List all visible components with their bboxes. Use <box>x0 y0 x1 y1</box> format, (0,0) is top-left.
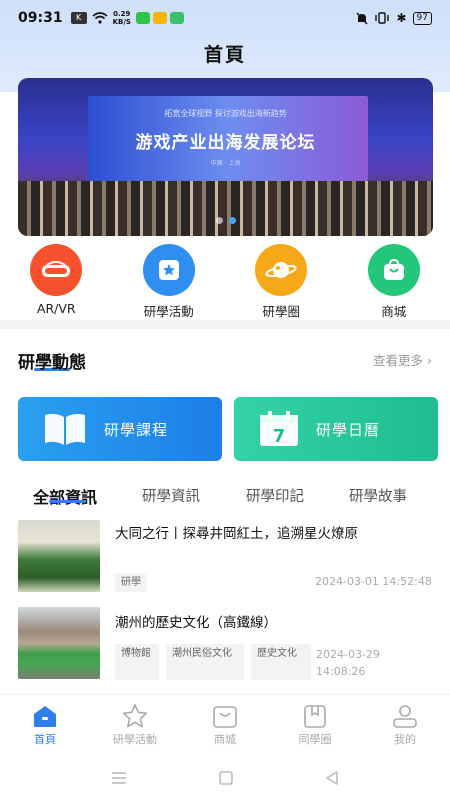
article-tag: 博物館 <box>115 644 159 680</box>
tab-study-imprints[interactable]: 研學印記 <box>246 485 304 506</box>
carousel-dot[interactable] <box>215 217 223 224</box>
quick-links: AR/VR 研學活動 研學圈 商城 <box>0 244 450 320</box>
shopping-bag-icon <box>367 244 420 296</box>
network-speed: 0.29 KB/S <box>113 10 131 26</box>
mute-icon <box>356 12 369 24</box>
bookmark-icon <box>304 705 326 728</box>
calendar-button[interactable]: 7 研學日曆 <box>234 397 438 461</box>
nav-profile[interactable]: 我的 <box>360 695 450 756</box>
star-bookmark-icon <box>142 244 195 296</box>
wechat-icon <box>135 12 150 24</box>
nav-label: 首頁 <box>34 733 56 746</box>
nav-label: 商城 <box>214 733 236 746</box>
courses-label: 研學課程 <box>104 420 169 439</box>
article-item[interactable]: 大同之行丨探尋井岡紅土，追溯星火燎原 研學 2024-03-01 14:52:4… <box>0 518 450 598</box>
quick-link-label: AR/VR <box>36 301 76 316</box>
section-title: 研學動態 <box>18 353 86 373</box>
calendar-label: 研學日曆 <box>316 420 381 439</box>
article-date: 2024-03-29 14:08:26 <box>316 648 380 678</box>
bag-icon <box>213 706 237 728</box>
quick-link-circle[interactable]: 研學圈 <box>225 244 338 320</box>
nav-label: 同學圈 <box>298 733 332 746</box>
tab-study-stories[interactable]: 研學故事 <box>349 485 407 506</box>
view-more-label: 查看更多 <box>373 353 424 368</box>
quick-link-label: 研學活動 <box>143 304 194 319</box>
banner-subtitle: 拓宽全球视野 探讨游戏出海新趋势 <box>164 109 287 118</box>
tab-study-news[interactable]: 研學資訊 <box>142 485 200 506</box>
article-thumbnail <box>18 607 100 679</box>
nav-home[interactable]: 首頁 <box>0 695 90 756</box>
status-time: 09:31 <box>18 10 63 26</box>
mail-icon <box>152 12 167 24</box>
banner-title: 游戏产业出海发展论坛 <box>135 133 316 153</box>
back-triangle-icon[interactable] <box>324 770 340 786</box>
quick-link-label: 研學圈 <box>262 304 300 319</box>
star-icon <box>122 704 148 728</box>
nav-activities[interactable]: 研學活動 <box>90 695 180 756</box>
banner-audience <box>18 181 433 236</box>
nav-label: 我的 <box>394 733 416 746</box>
quick-link-activities[interactable]: 研學活動 <box>113 244 226 320</box>
article-tag: 研學 <box>115 573 147 592</box>
view-more-link[interactable]: 查看更多 › <box>373 350 432 369</box>
calendar-icon: 7 <box>260 411 298 447</box>
calendar-day: 7 <box>273 426 286 447</box>
article-title: 大同之行丨探尋井岡紅土，追溯星火燎原 <box>115 526 358 542</box>
quick-link-label: 商城 <box>381 304 407 319</box>
nav-shop[interactable]: 商城 <box>180 695 270 756</box>
nav-classmates[interactable]: 同學圈 <box>270 695 360 756</box>
article-tag: 歷史文化 <box>251 644 311 680</box>
net-speed-value: 0.29 <box>113 10 131 18</box>
net-speed-unit: KB/S <box>112 18 131 26</box>
chevron-right-icon: › <box>427 353 432 368</box>
battery-indicator: 97 <box>412 11 432 25</box>
bottom-nav: 首頁 研學活動 商城 同學圈 我的 <box>0 694 450 756</box>
home-square-icon[interactable] <box>218 770 234 786</box>
section-divider <box>0 320 450 329</box>
carousel-dots <box>18 217 433 224</box>
system-nav-bar <box>0 756 450 800</box>
quick-link-arvr[interactable]: AR/VR <box>0 244 113 320</box>
menu-icon[interactable] <box>110 771 128 785</box>
status-bar: 09:31 K 0.29 KB/S ✱ 97 <box>0 0 450 36</box>
article-title: 潮州的歷史文化（高鐵線） <box>115 615 277 631</box>
article-item[interactable]: 潮州的歷史文化（高鐵線） 博物館 潮州民俗文化 歷史文化 2024-03-29 … <box>0 600 450 692</box>
planet-icon <box>255 244 308 296</box>
wifi-icon <box>92 12 108 24</box>
user-icon <box>393 705 417 728</box>
courses-button[interactable]: 研學課程 <box>18 397 222 461</box>
book-icon <box>45 413 85 445</box>
banner-carousel[interactable]: 拓宽全球视野 探讨游戏出海新趋势 游戏产业出海发展论坛 中国 · 上海 <box>18 78 433 236</box>
home-icon <box>34 706 56 727</box>
quick-link-shop[interactable]: 商城 <box>338 244 450 320</box>
nav-label: 研學活動 <box>113 733 157 746</box>
article-tag: 潮州民俗文化 <box>166 644 244 680</box>
page-title: 首頁 <box>203 44 246 66</box>
article-thumbnail <box>18 520 100 592</box>
app-notification-icon: K <box>70 12 87 24</box>
tab-all-news[interactable]: 全部資訊 <box>33 484 97 508</box>
banner-tagline: 中国 · 上海 <box>210 160 241 167</box>
carousel-dot-active[interactable] <box>228 217 236 224</box>
vibrate-icon <box>375 12 390 24</box>
bluetooth-icon: ✱ <box>396 11 407 25</box>
app-icon <box>169 12 184 24</box>
vr-goggles-icon <box>30 244 83 296</box>
active-tab-underline <box>49 500 85 503</box>
article-date: 2024-03-01 14:52:48 <box>315 575 432 588</box>
status-right: ✱ 97 <box>356 11 432 25</box>
